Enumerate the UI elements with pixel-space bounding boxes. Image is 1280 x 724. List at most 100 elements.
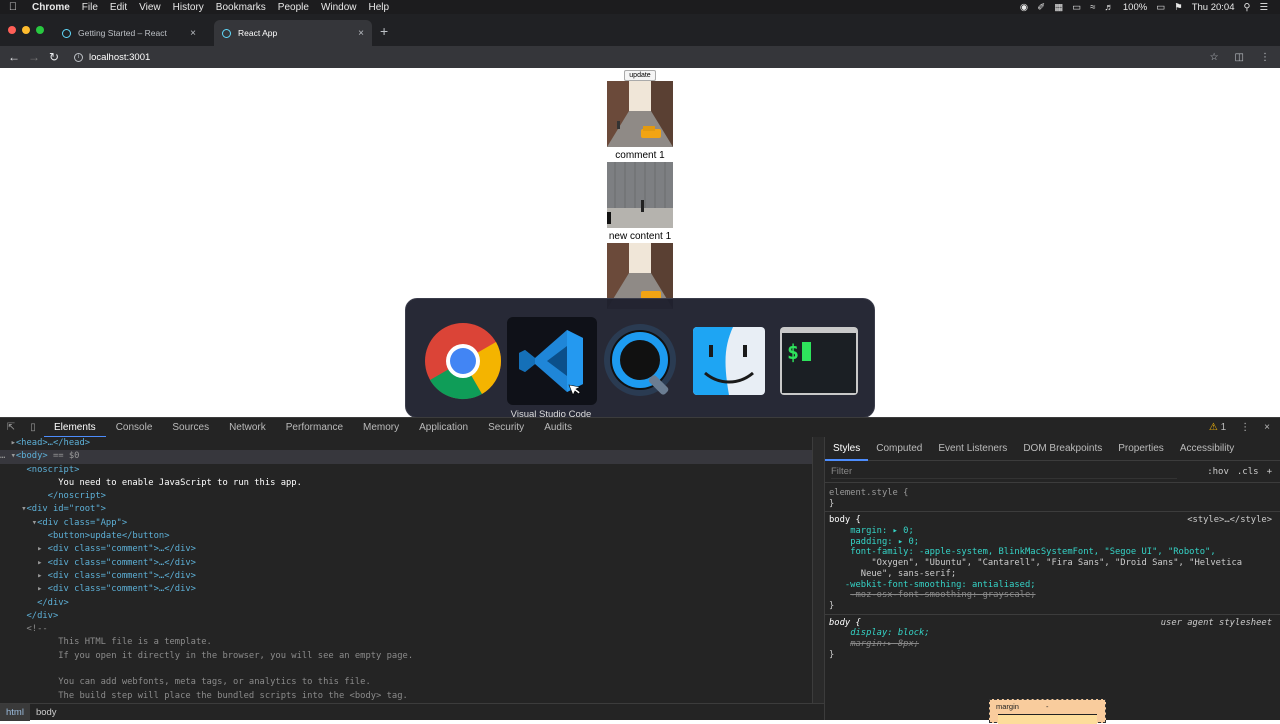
more-menu-icon[interactable]: ⋮ (1260, 52, 1270, 63)
dom-text-node[interactable]: You need to enable JavaScript to run thi… (0, 477, 812, 490)
dom-node-comment[interactable]: ▸ <div class="comment">…</div> (0, 570, 812, 583)
tab-computed[interactable]: Computed (868, 437, 930, 461)
switcher-app-terminal[interactable]: $ (775, 317, 863, 405)
close-tab-icon[interactable]: × (190, 28, 196, 39)
menu-list-icon[interactable]: ☰ (1259, 2, 1268, 13)
menu-help[interactable]: Help (363, 2, 396, 13)
info-icon[interactable]: i (74, 52, 83, 62)
menu-people[interactable]: People (272, 2, 315, 13)
breadcrumb-html[interactable]: html (0, 703, 30, 721)
tab-react-app[interactable]: React App × (214, 20, 372, 46)
warning-counter[interactable]: ⚠ 1 (1209, 422, 1226, 433)
inspect-element-icon[interactable]: ⇱ (0, 422, 22, 433)
ua-rule-selector[interactable]: body {user agent stylesheet (829, 618, 1276, 629)
switcher-app-finder[interactable] (685, 317, 773, 405)
menu-edit[interactable]: Edit (104, 2, 133, 13)
element-style-selector[interactable]: element.style { (829, 488, 1276, 499)
dom-tree-scrollbar[interactable] (812, 437, 824, 703)
switcher-app-vscode[interactable] (507, 317, 597, 405)
tab-elements[interactable]: Elements (44, 418, 106, 438)
display-icon[interactable]: ▭ (1072, 2, 1081, 13)
tab-application[interactable]: Application (409, 418, 478, 438)
close-devtools-icon[interactable]: × (1264, 422, 1270, 433)
menu-app-name[interactable]: Chrome (26, 2, 76, 13)
tab-performance[interactable]: Performance (276, 418, 353, 438)
breadcrumb-body[interactable]: body (30, 704, 63, 721)
menu-history[interactable]: History (167, 2, 210, 13)
tab-memory[interactable]: Memory (353, 418, 409, 438)
svg-text:$: $ (787, 340, 799, 364)
apple-menu-icon[interactable]:  (0, 1, 26, 13)
dom-node-body[interactable]: … ▾<body> == $0 (0, 450, 812, 464)
address-url[interactable]: localhost:3001 (89, 52, 150, 63)
switcher-app-quicktime[interactable] (597, 317, 685, 405)
update-button[interactable]: update (624, 70, 656, 81)
devtools-menu-icon[interactable]: ⋮ (1240, 422, 1250, 433)
css-decl-webkit-smoothing[interactable]: -webkit-font-smoothing: antialiased; (829, 580, 1276, 591)
tab-console[interactable]: Console (106, 418, 163, 438)
style-source-link[interactable]: <style>…</style> (1187, 515, 1272, 526)
dom-node-comment[interactable]: ▸ <div class="comment">…</div> (0, 543, 812, 556)
tab-sources[interactable]: Sources (162, 418, 219, 438)
tab-styles[interactable]: Styles (825, 437, 869, 461)
spotlight-icon[interactable]: ⚲ (1244, 2, 1251, 13)
reload-icon[interactable]: ↻ (44, 50, 64, 64)
volume-icon[interactable]: ♬ (1104, 2, 1114, 13)
menu-file[interactable]: File (76, 2, 104, 13)
back-arrow-icon[interactable]: ← (4, 50, 24, 64)
extension-icon[interactable]: ◫ (1235, 52, 1244, 63)
dom-node-comment[interactable]: ▸ <div class="comment">…</div> (0, 557, 812, 570)
tab-dom-breakpoints[interactable]: DOM Breakpoints (1015, 437, 1110, 461)
dom-node-root[interactable]: ▾<div id="root"> (0, 503, 812, 516)
tab-network[interactable]: Network (219, 418, 276, 438)
flag-icon[interactable]: ⚑ (1174, 2, 1183, 13)
box-model-diagram[interactable]: margin - (989, 699, 1106, 724)
record-icon[interactable]: ◉ (1020, 2, 1028, 13)
quicktime-icon (604, 324, 676, 396)
wifi-icon[interactable]: ≈ (1090, 2, 1095, 13)
dom-node-app[interactable]: ▾<div class="App"> (0, 517, 812, 530)
menu-view[interactable]: View (133, 2, 167, 13)
new-rule-button[interactable]: + (1267, 467, 1272, 477)
clock-label[interactable]: Thu 20:04 (1192, 2, 1235, 13)
dom-node-button[interactable]: <button>update</button> (0, 530, 812, 543)
body-rule-selector[interactable]: body {<style>…</style> (829, 515, 1276, 526)
dom-comment-node[interactable]: <!-- (0, 623, 812, 636)
dom-node-noscript[interactable]: <noscript> (0, 464, 812, 477)
menu-bookmarks[interactable]: Bookmarks (210, 2, 272, 13)
css-decl-moz-smoothing[interactable]: -moz-osx-font-smoothing: grayscale; (829, 590, 1276, 601)
dom-node-head[interactable]: ▸<head>…</head> (0, 437, 812, 450)
windows-icon[interactable]: ▦ (1054, 2, 1063, 13)
new-tab-button[interactable]: + (380, 23, 388, 39)
box-model-margin-label: margin (996, 702, 1019, 711)
minimize-window-button[interactable] (22, 26, 30, 34)
dom-node-noscript-close[interactable]: </noscript> (0, 490, 812, 503)
tab-accessibility[interactable]: Accessibility (1172, 437, 1242, 461)
bookmark-star-icon[interactable]: ☆ (1210, 52, 1219, 63)
tab-audits[interactable]: Audits (534, 418, 582, 438)
tab-event-listeners[interactable]: Event Listeners (930, 437, 1015, 461)
menu-window[interactable]: Window (315, 2, 363, 13)
feather-icon[interactable]: ✐ (1037, 2, 1045, 13)
switcher-app-chrome[interactable] (419, 317, 507, 405)
class-toggle-button[interactable]: .cls (1237, 467, 1259, 477)
forward-arrow-icon[interactable]: → (24, 50, 44, 64)
dom-node-app-close[interactable]: </div> (0, 597, 812, 610)
hover-state-button[interactable]: :hov (1207, 467, 1229, 477)
css-decl-margin[interactable]: margin: ▸ 0; (829, 526, 1276, 537)
css-decl-padding[interactable]: padding: ▸ 0; (829, 537, 1276, 548)
close-tab-icon[interactable]: × (358, 28, 364, 39)
close-window-button[interactable] (8, 26, 16, 34)
css-decl-font-family[interactable]: font-family: -apple-system, BlinkMacSyst… (829, 547, 1276, 558)
app-switcher: $ (405, 298, 875, 418)
tab-security[interactable]: Security (478, 418, 534, 438)
device-toolbar-icon[interactable]: ▯ (22, 422, 44, 433)
dom-node-root-close[interactable]: </div> (0, 610, 812, 623)
address-bar[interactable]: i localhost:3001 (74, 52, 150, 63)
dom-node-comment[interactable]: ▸ <div class="comment">…</div> (0, 583, 812, 596)
tab-getting-started[interactable]: Getting Started – React × (54, 20, 204, 46)
styles-filter-input[interactable]: Filter (831, 464, 1177, 479)
battery-label[interactable]: 100% (1123, 2, 1147, 13)
maximize-window-button[interactable] (36, 26, 44, 34)
tab-properties[interactable]: Properties (1110, 437, 1172, 461)
